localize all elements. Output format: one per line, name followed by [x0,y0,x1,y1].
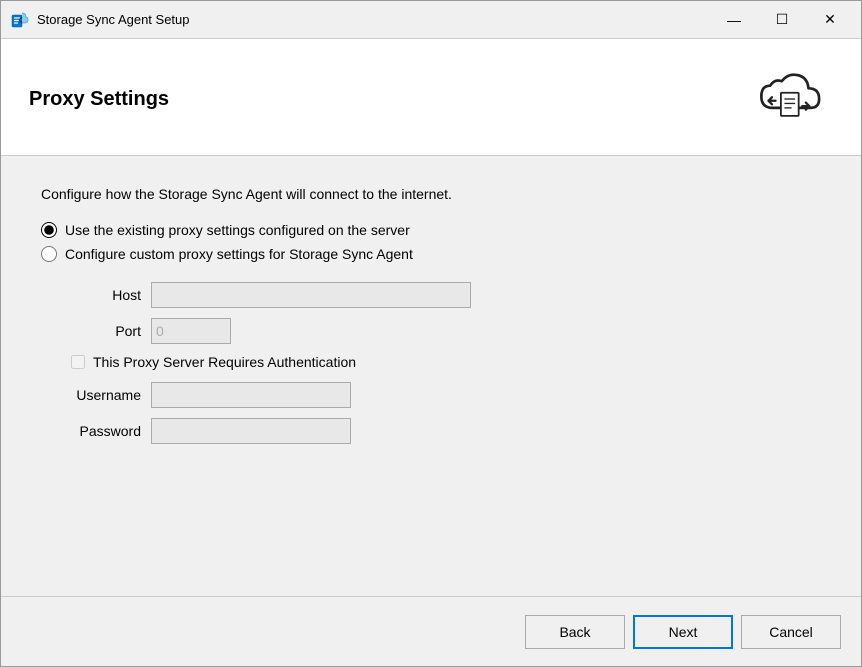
title-bar: Storage Sync Agent Setup — ☐ ✕ [1,1,861,39]
custom-proxy-form: Host Port This Proxy Server Requires Aut… [71,282,821,444]
password-row: Password [71,418,821,444]
auth-checkbox-row: This Proxy Server Requires Authenticatio… [71,354,821,370]
port-row: Port [71,318,821,344]
next-button[interactable]: Next [633,615,733,649]
title-bar-text: Storage Sync Agent Setup [37,12,711,27]
footer: Back Next Cancel [1,596,861,666]
password-input[interactable] [151,418,351,444]
radio-custom-proxy-input[interactable] [41,246,57,262]
auth-checkbox-label: This Proxy Server Requires Authenticatio… [93,354,356,370]
window: Storage Sync Agent Setup — ☐ ✕ Proxy Set… [0,0,862,667]
radio-existing-proxy[interactable]: Use the existing proxy settings configur… [41,222,821,238]
username-row: Username [71,382,821,408]
cloud-sync-icon [743,59,833,139]
description-text: Configure how the Storage Sync Agent wil… [41,186,821,202]
auth-checkbox[interactable] [71,355,85,369]
host-row: Host [71,282,821,308]
minimize-button[interactable]: — [711,4,757,36]
back-button[interactable]: Back [525,615,625,649]
radio-existing-proxy-label: Use the existing proxy settings configur… [65,222,410,238]
port-label: Port [71,323,151,339]
content-area: Configure how the Storage Sync Agent wil… [1,156,861,596]
password-label: Password [71,423,151,439]
radio-custom-proxy-label: Configure custom proxy settings for Stor… [65,246,413,262]
username-input[interactable] [151,382,351,408]
page-title: Proxy Settings [29,88,169,111]
proxy-options: Use the existing proxy settings configur… [41,222,821,262]
radio-custom-proxy[interactable]: Configure custom proxy settings for Stor… [41,246,821,262]
username-label: Username [71,387,151,403]
host-input[interactable] [151,282,471,308]
header-section: Proxy Settings [1,39,861,156]
host-label: Host [71,287,151,303]
close-button[interactable]: ✕ [807,4,853,36]
radio-existing-proxy-input[interactable] [41,222,57,238]
title-bar-controls: — ☐ ✕ [711,4,853,36]
app-icon [9,10,29,30]
cancel-button[interactable]: Cancel [741,615,841,649]
maximize-button[interactable]: ☐ [759,4,805,36]
port-input[interactable] [151,318,231,344]
